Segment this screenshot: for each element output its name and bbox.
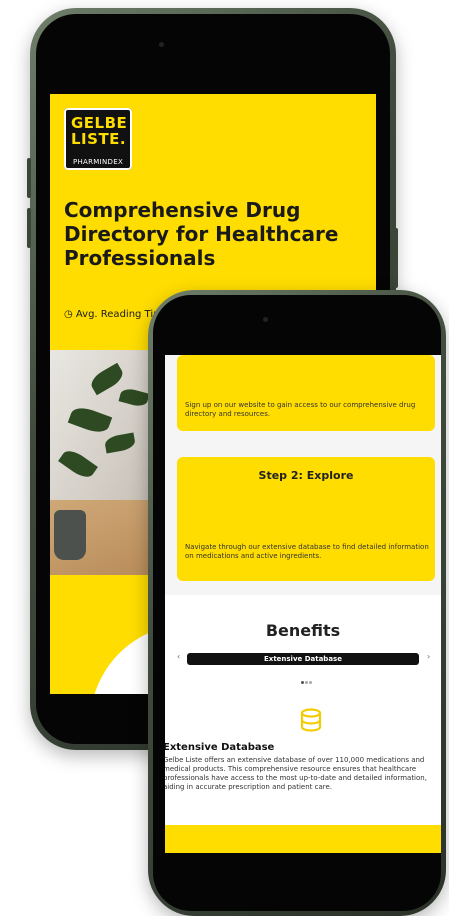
carousel-dots[interactable] — [301, 669, 315, 684]
front-phone-bezel: Sign up on our website to gain access to… — [153, 295, 441, 911]
plant-leaf — [118, 386, 150, 409]
side-button — [27, 158, 31, 198]
carousel-prev-icon[interactable]: ‹ — [177, 652, 180, 661]
step2-text: Navigate through our extensive database … — [185, 543, 429, 560]
plant-leaf — [67, 403, 113, 437]
side-button — [27, 208, 31, 248]
tab-extensive-database[interactable]: Extensive Database — [187, 653, 419, 665]
step1-card: Sign up on our website to gain access to… — [177, 355, 435, 431]
feature-title: Extensive Database — [165, 742, 275, 753]
clock-icon: ◷ — [64, 309, 76, 320]
footer-strip — [165, 825, 441, 853]
plant-leaf — [58, 446, 98, 482]
plant-leaf — [87, 362, 127, 396]
front-phone-screen: Sign up on our website to gain access to… — [165, 355, 441, 853]
carousel-next-icon[interactable]: › — [427, 652, 430, 661]
front-camera — [263, 317, 268, 322]
step1-text: Sign up on our website to gain access to… — [185, 401, 416, 418]
plant-pot — [54, 510, 86, 560]
power-button — [394, 228, 398, 288]
step2-card: Step 2: Explore Navigate through our ext… — [177, 457, 435, 581]
logo-line2: LISTE. — [71, 130, 127, 148]
front-phone: Sign up on our website to gain access to… — [148, 290, 446, 916]
logo-line1: GELBE — [71, 114, 128, 132]
step2-title: Step 2: Explore — [258, 469, 354, 482]
database-icon — [300, 708, 322, 732]
plant-leaf — [103, 432, 137, 454]
benefits-section: Benefits ‹ Extensive Database › Extensiv… — [165, 595, 441, 853]
gelbe-liste-logo[interactable]: GELBE LISTE. PHARMINDEX — [64, 108, 132, 170]
feature-text: Gelbe Liste offers an extensive database… — [165, 756, 427, 791]
benefits-title: Benefits — [265, 621, 341, 640]
logo-sub: PHARMINDEX — [72, 158, 124, 166]
page-title: Comprehensive Drug Directory for Healthc… — [64, 198, 339, 270]
front-camera — [159, 42, 164, 47]
